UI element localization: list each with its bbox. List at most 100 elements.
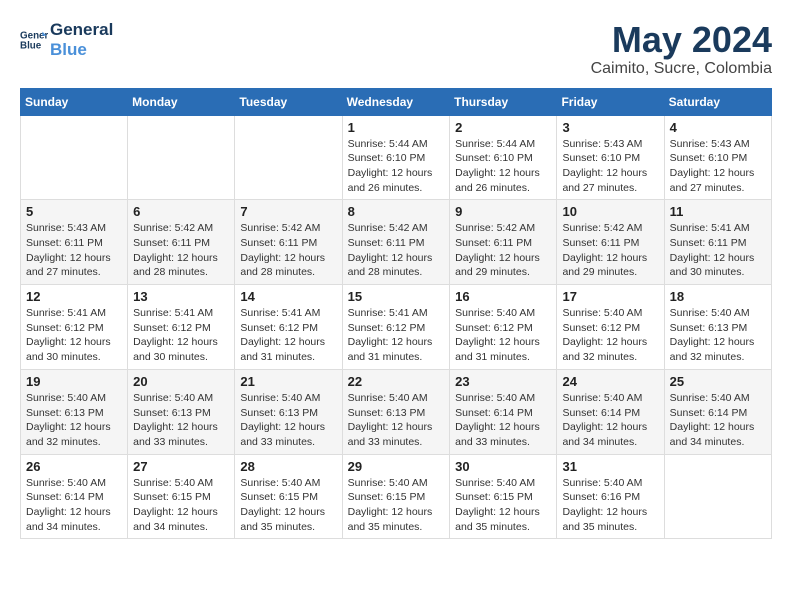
calendar-cell: 8 Sunrise: 5:42 AM Sunset: 6:11 PM Daylig… bbox=[342, 200, 450, 285]
logo: General Blue General Blue bbox=[20, 20, 113, 59]
calendar-day-header: Saturday bbox=[664, 88, 771, 115]
day-number: 19 bbox=[26, 374, 122, 389]
day-number: 18 bbox=[670, 289, 766, 304]
calendar-table: SundayMondayTuesdayWednesdayThursdayFrid… bbox=[20, 88, 772, 540]
page-title: May 2024 bbox=[591, 20, 772, 60]
day-info: Sunrise: 5:40 AM Sunset: 6:12 PM Dayligh… bbox=[455, 306, 551, 365]
day-number: 11 bbox=[670, 204, 766, 219]
day-info: Sunrise: 5:44 AM Sunset: 6:10 PM Dayligh… bbox=[455, 137, 551, 196]
calendar-cell: 29 Sunrise: 5:40 AM Sunset: 6:15 PM Dayli… bbox=[342, 454, 450, 539]
page-header: General Blue General Blue May 2024 Caimi… bbox=[20, 20, 772, 78]
calendar-cell: 19Sunrise: 5:40 AM Sunset: 6:13 PM Dayli… bbox=[21, 369, 128, 454]
calendar-week-row: 26 Sunrise: 5:40 AM Sunset: 6:14 PM Dayli… bbox=[21, 454, 772, 539]
calendar-cell: 1 Sunrise: 5:44 AM Sunset: 6:10 PM Daylig… bbox=[342, 115, 450, 200]
calendar-day-header: Friday bbox=[557, 88, 664, 115]
day-info: Sunrise: 5:42 AM Sunset: 6:11 PM Dayligh… bbox=[455, 221, 551, 280]
day-number: 10 bbox=[562, 204, 658, 219]
calendar-header-row: SundayMondayTuesdayWednesdayThursdayFrid… bbox=[21, 88, 772, 115]
logo-line1: General bbox=[50, 20, 113, 40]
day-info: Sunrise: 5:41 AM Sunset: 6:12 PM Dayligh… bbox=[348, 306, 445, 365]
calendar-cell: 25 Sunrise: 5:40 AM Sunset: 6:14 PM Dayli… bbox=[664, 369, 771, 454]
calendar-cell bbox=[128, 115, 235, 200]
calendar-cell: 23 Sunrise: 5:40 AM Sunset: 6:14 PM Dayli… bbox=[450, 369, 557, 454]
calendar-cell: 27Sunrise: 5:40 AM Sunset: 6:15 PM Dayli… bbox=[128, 454, 235, 539]
calendar-cell bbox=[21, 115, 128, 200]
calendar-cell: 26 Sunrise: 5:40 AM Sunset: 6:14 PM Dayli… bbox=[21, 454, 128, 539]
day-info: Sunrise: 5:40 AM Sunset: 6:14 PM Dayligh… bbox=[670, 391, 766, 450]
calendar-week-row: 1 Sunrise: 5:44 AM Sunset: 6:10 PM Daylig… bbox=[21, 115, 772, 200]
day-info: Sunrise: 5:44 AM Sunset: 6:10 PM Dayligh… bbox=[348, 137, 445, 196]
day-number: 12 bbox=[26, 289, 122, 304]
day-info: Sunrise: 5:41 AM Sunset: 6:11 PM Dayligh… bbox=[670, 221, 766, 280]
calendar-cell: 22Sunrise: 5:40 AM Sunset: 6:13 PM Dayli… bbox=[342, 369, 450, 454]
calendar-day-header: Sunday bbox=[21, 88, 128, 115]
calendar-day-header: Tuesday bbox=[235, 88, 342, 115]
calendar-cell: 16 Sunrise: 5:40 AM Sunset: 6:12 PM Dayli… bbox=[450, 285, 557, 370]
calendar-cell: 17Sunrise: 5:40 AM Sunset: 6:12 PM Dayli… bbox=[557, 285, 664, 370]
day-info: Sunrise: 5:42 AM Sunset: 6:11 PM Dayligh… bbox=[348, 221, 445, 280]
day-info: Sunrise: 5:40 AM Sunset: 6:13 PM Dayligh… bbox=[670, 306, 766, 365]
day-info: Sunrise: 5:40 AM Sunset: 6:14 PM Dayligh… bbox=[455, 391, 551, 450]
day-number: 9 bbox=[455, 204, 551, 219]
day-number: 31 bbox=[562, 459, 658, 474]
day-number: 22 bbox=[348, 374, 445, 389]
calendar-cell: 31 Sunrise: 5:40 AM Sunset: 6:16 PM Dayli… bbox=[557, 454, 664, 539]
day-info: Sunrise: 5:40 AM Sunset: 6:14 PM Dayligh… bbox=[562, 391, 658, 450]
calendar-week-row: 12 Sunrise: 5:41 AM Sunset: 6:12 PM Dayli… bbox=[21, 285, 772, 370]
day-number: 13 bbox=[133, 289, 229, 304]
day-number: 23 bbox=[455, 374, 551, 389]
calendar-cell: 12 Sunrise: 5:41 AM Sunset: 6:12 PM Dayli… bbox=[21, 285, 128, 370]
day-info: Sunrise: 5:40 AM Sunset: 6:16 PM Dayligh… bbox=[562, 476, 658, 535]
day-info: Sunrise: 5:43 AM Sunset: 6:10 PM Dayligh… bbox=[670, 137, 766, 196]
day-info: Sunrise: 5:40 AM Sunset: 6:13 PM Dayligh… bbox=[240, 391, 336, 450]
day-number: 21 bbox=[240, 374, 336, 389]
day-number: 24 bbox=[562, 374, 658, 389]
calendar-day-header: Wednesday bbox=[342, 88, 450, 115]
day-info: Sunrise: 5:42 AM Sunset: 6:11 PM Dayligh… bbox=[133, 221, 229, 280]
day-number: 16 bbox=[455, 289, 551, 304]
day-info: Sunrise: 5:41 AM Sunset: 6:12 PM Dayligh… bbox=[133, 306, 229, 365]
day-info: Sunrise: 5:40 AM Sunset: 6:12 PM Dayligh… bbox=[562, 306, 658, 365]
logo-line2: Blue bbox=[50, 40, 113, 60]
calendar-cell: 2Sunrise: 5:44 AM Sunset: 6:10 PM Daylig… bbox=[450, 115, 557, 200]
day-info: Sunrise: 5:41 AM Sunset: 6:12 PM Dayligh… bbox=[26, 306, 122, 365]
day-info: Sunrise: 5:42 AM Sunset: 6:11 PM Dayligh… bbox=[562, 221, 658, 280]
calendar-day-header: Monday bbox=[128, 88, 235, 115]
calendar-cell: 6 Sunrise: 5:42 AM Sunset: 6:11 PM Daylig… bbox=[128, 200, 235, 285]
calendar-cell: 15 Sunrise: 5:41 AM Sunset: 6:12 PM Dayli… bbox=[342, 285, 450, 370]
page-subtitle: Caimito, Sucre, Colombia bbox=[591, 60, 772, 78]
calendar-cell: 18 Sunrise: 5:40 AM Sunset: 6:13 PM Dayli… bbox=[664, 285, 771, 370]
day-number: 28 bbox=[240, 459, 336, 474]
day-number: 6 bbox=[133, 204, 229, 219]
calendar-cell: 13 Sunrise: 5:41 AM Sunset: 6:12 PM Dayli… bbox=[128, 285, 235, 370]
calendar-week-row: 5Sunrise: 5:43 AM Sunset: 6:11 PM Daylig… bbox=[21, 200, 772, 285]
day-number: 29 bbox=[348, 459, 445, 474]
calendar-cell bbox=[664, 454, 771, 539]
day-number: 14 bbox=[240, 289, 336, 304]
calendar-week-row: 19 Sunrise: 5:40 AM Sunset: 6:13 PM Dayli… bbox=[21, 369, 772, 454]
day-number: 7 bbox=[240, 204, 336, 219]
calendar-day-header: Thursday bbox=[450, 88, 557, 115]
calendar-cell: 24 Sunrise: 5:40 AM Sunset: 6:14 PM Dayli… bbox=[557, 369, 664, 454]
day-info: Sunrise: 5:43 AM Sunset: 6:10 PM Dayligh… bbox=[562, 137, 658, 196]
svg-text:Blue: Blue bbox=[20, 40, 42, 51]
day-number: 3 bbox=[562, 120, 658, 135]
calendar-cell: 20Sunrise: 5:40 AM Sunset: 6:13 PM Dayli… bbox=[128, 369, 235, 454]
day-info: Sunrise: 5:43 AM Sunset: 6:11 PM Dayligh… bbox=[26, 221, 122, 280]
calendar-cell: 9 Sunrise: 5:42 AM Sunset: 6:11 PM Daylig… bbox=[450, 200, 557, 285]
calendar-cell: 4Sunrise: 5:43 AM Sunset: 6:10 PM Daylig… bbox=[664, 115, 771, 200]
day-info: Sunrise: 5:40 AM Sunset: 6:15 PM Dayligh… bbox=[348, 476, 445, 535]
calendar-cell: 14Sunrise: 5:41 AM Sunset: 6:12 PM Dayli… bbox=[235, 285, 342, 370]
day-number: 1 bbox=[348, 120, 445, 135]
day-number: 8 bbox=[348, 204, 445, 219]
day-number: 30 bbox=[455, 459, 551, 474]
day-info: Sunrise: 5:40 AM Sunset: 6:14 PM Dayligh… bbox=[26, 476, 122, 535]
day-info: Sunrise: 5:40 AM Sunset: 6:13 PM Dayligh… bbox=[133, 391, 229, 450]
calendar-cell: 21 Sunrise: 5:40 AM Sunset: 6:13 PM Dayli… bbox=[235, 369, 342, 454]
day-number: 27 bbox=[133, 459, 229, 474]
day-number: 26 bbox=[26, 459, 122, 474]
day-number: 25 bbox=[670, 374, 766, 389]
day-number: 15 bbox=[348, 289, 445, 304]
title-block: May 2024 Caimito, Sucre, Colombia bbox=[591, 20, 772, 78]
calendar-cell: 3 Sunrise: 5:43 AM Sunset: 6:10 PM Daylig… bbox=[557, 115, 664, 200]
